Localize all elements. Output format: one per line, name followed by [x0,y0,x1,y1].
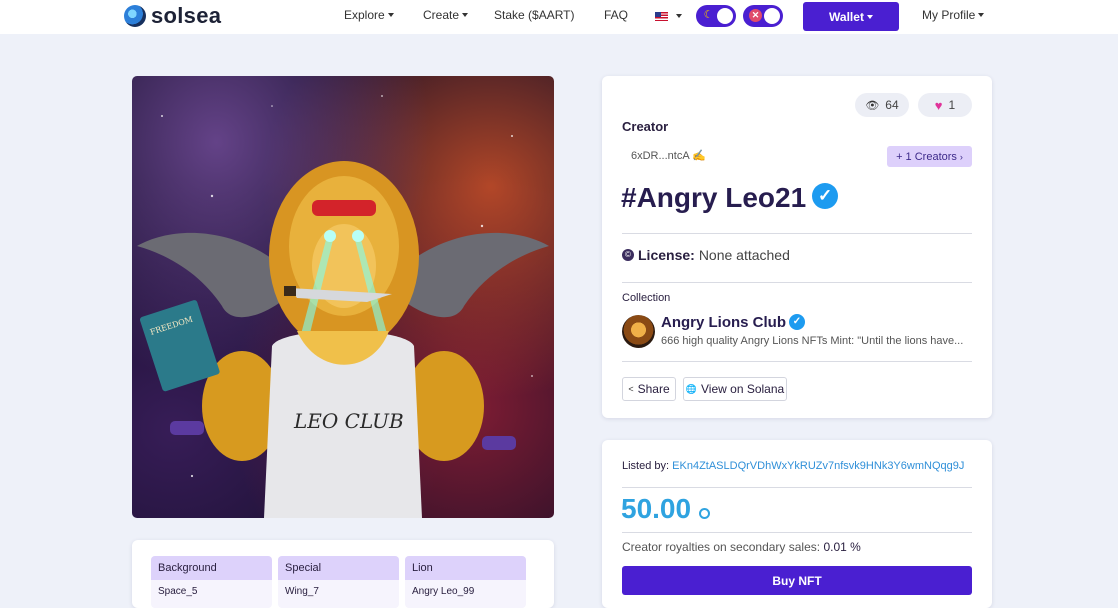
toggle-knob [717,8,733,24]
nav-explore-label: Explore [344,8,385,22]
nft-artwork-svg: LEO CLUB FREEDOM [137,95,549,518]
nft-image[interactable]: LEO CLUB FREEDOM [132,76,554,518]
nft-title-text: #Angry Leo21 [621,182,807,213]
collection-label: Collection [622,292,671,304]
collection-name-link[interactable]: Angry Lions Club ✓ [661,314,805,331]
verified-badge-icon: ✓ [812,182,839,209]
attribute-value: Wing_7 [285,586,319,597]
license-icon: © [622,249,634,261]
logo-text: solsea [151,3,222,28]
verified-badge-icon: ✓ [789,314,805,331]
attribute-trait: Special [278,556,399,580]
attribute-value: Angry Leo_99 [412,586,475,597]
royalties-label: Creator royalties on secondary sales: [622,540,821,554]
collection-name: Angry Lions Club [661,314,786,331]
solsea-logo[interactable]: solsea [124,3,221,29]
attribute-tile[interactable]: Background Space_5 [151,556,272,608]
nav-faq[interactable]: FAQ [604,8,628,22]
nav-faq-label: FAQ [604,8,629,22]
chevron-down-icon [387,13,394,17]
price: 50.00 [621,493,711,525]
creator-label: Creator [622,119,669,134]
nav-create[interactable]: Create [423,8,469,22]
language-chevron-down-icon[interactable] [676,14,682,18]
like-button[interactable]: ♥ 1 [918,93,972,117]
chevron-down-icon [462,13,469,17]
seller-address-link[interactable]: EKn4ZtASLDQrVDhWxYkRUZv7nfsvk9HNk3Y6wmNQ… [672,460,964,472]
chevron-down-icon [978,13,985,17]
solana-currency-icon [699,507,711,519]
nav-explore[interactable]: Explore [344,8,394,22]
divider [622,487,972,488]
top-navbar: solsea Explore Create Stake ($AART) FAQ … [0,0,1118,34]
nav-create-label: Create [423,8,460,22]
license-info: © License: None attached [622,247,790,263]
close-icon: ✕ [749,9,762,22]
dark-mode-toggle[interactable]: ☾ [696,5,736,27]
divider [622,532,972,533]
eye-icon: 👁 [865,99,880,112]
price-value: 50.00 [621,493,692,524]
view-on-solana-label: View on Solana [701,382,785,396]
wallet-button[interactable]: Wallet [803,2,899,31]
attribute-tile[interactable]: Lion Angry Leo_99 [405,556,526,608]
nft-title: #Angry Leo21 ✓ [621,182,839,214]
buy-nft-button[interactable]: Buy NFT [622,566,972,595]
listed-by-label: Listed by: [622,460,670,472]
attribute-trait: Background [151,556,272,580]
listing-card: Listed by: EKn4ZtASLDQrVDhWxYkRUZv7nfsvk… [602,440,992,608]
collection-avatar[interactable] [622,315,655,348]
view-on-solana-button[interactable]: 🌐 View on Solana [683,377,787,401]
divider [622,282,972,283]
listed-by: Listed by: EKn4ZtASLDQrVDhWxYkRUZv7nfsvk… [622,460,964,472]
nsfw-toggle[interactable]: ✕ [743,5,783,27]
share-button[interactable]: < Share [622,377,676,401]
nav-stake[interactable]: Stake ($AART) [494,8,574,22]
creator-address: 6xDR...ntcA [631,150,690,162]
likes-count: 1 [948,98,956,112]
chevron-right-icon: › [959,151,963,162]
shirt-text: LEO CLUB [293,409,404,433]
license-label: License: [638,247,695,263]
views-counter: 👁 64 [855,93,909,117]
chevron-down-icon [866,14,873,19]
nft-details-card: 👁 64 ♥ 1 Creator 6xDR...ntcA ✍ + 1 Creat… [602,76,992,418]
solsea-logo-icon [124,5,146,27]
moon-icon: ☾ [703,9,714,21]
heart-icon: ♥ [934,97,943,113]
attribute-tile[interactable]: Special Wing_7 [278,556,399,608]
us-flag-icon[interactable] [655,12,668,21]
attribute-trait: Lion [405,556,526,580]
attribute-value: Space_5 [158,586,198,597]
royalties-value: 0.01 % [823,540,861,554]
creator-address-link[interactable]: 6xDR...ntcA ✍ [631,149,706,162]
share-label: Share [637,382,670,396]
more-creators-button[interactable]: + 1 Creators › [887,146,972,167]
writing-hand-icon: ✍ [692,150,706,162]
globe-icon: 🌐 [685,383,698,394]
my-profile-menu[interactable]: My Profile [922,8,985,22]
royalties-info: Creator royalties on secondary sales: 0.… [622,540,861,554]
toggle-knob [764,8,780,24]
views-count: 64 [885,98,899,112]
collection-description: 666 high quality Angry Lions NFTs Mint: … [661,335,964,347]
more-creators-label: + 1 Creators [896,150,957,163]
wallet-label: Wallet [829,9,864,24]
license-value: None attached [698,247,790,263]
divider [622,233,972,234]
nav-stake-label: Stake ($AART) [494,8,575,22]
my-profile-label: My Profile [922,8,976,22]
divider [622,361,972,362]
attributes-card: Background Space_5 Special Wing_7 Lion A… [132,540,554,608]
share-icon: < [628,384,634,394]
